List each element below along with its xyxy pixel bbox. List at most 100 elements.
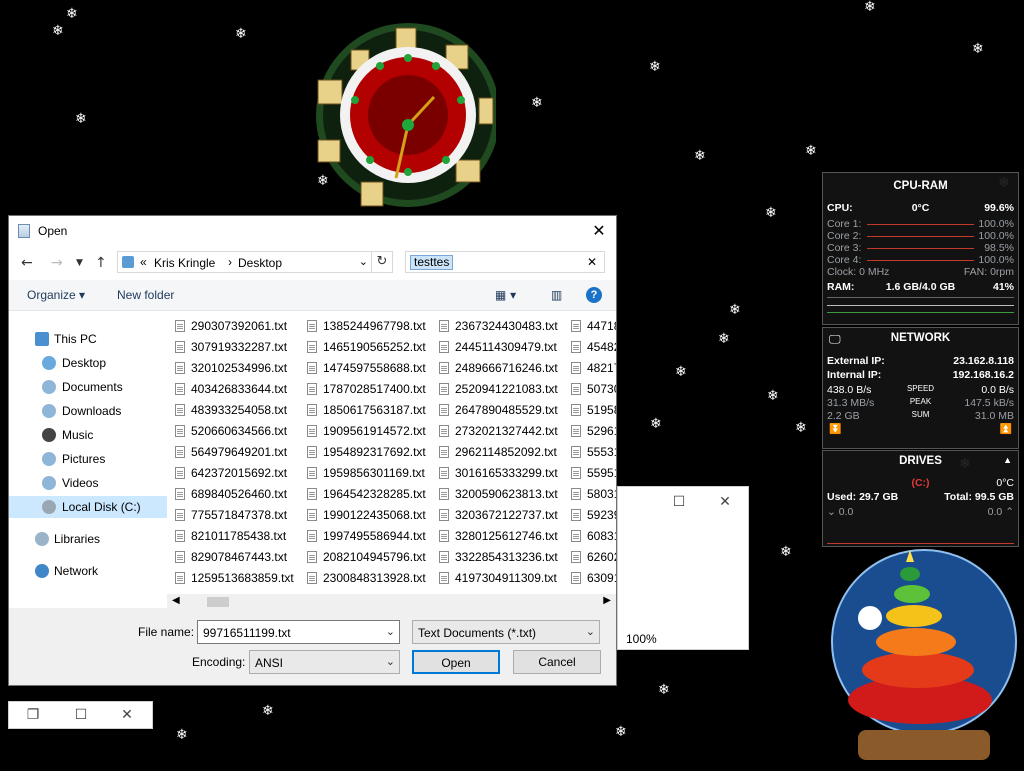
file-name: 51958 bbox=[587, 403, 616, 417]
clock-speed: Clock: 0 MHz bbox=[827, 266, 890, 278]
snowflake: ❄ bbox=[729, 302, 741, 318]
snowflake: ❄ bbox=[694, 148, 706, 164]
search-input[interactable]: testtes ✕ bbox=[405, 251, 605, 273]
text-file-icon bbox=[175, 404, 185, 416]
snowflake: ❄ bbox=[718, 331, 730, 347]
encoding-select[interactable]: ANSI ⌄ bbox=[249, 650, 400, 674]
cancel-button[interactable]: Cancel bbox=[513, 650, 601, 674]
drive-used: Used: 29.7 GB bbox=[827, 491, 899, 503]
file-name: 2367324430483.txt bbox=[455, 319, 558, 333]
chevron-down-icon[interactable]: ⌄ bbox=[386, 655, 395, 668]
organize-menu[interactable]: Organize ▾ bbox=[27, 288, 85, 302]
drive-temp: 0°C bbox=[996, 477, 1014, 489]
nav-downloads[interactable]: Downloads bbox=[9, 400, 167, 422]
text-file-icon bbox=[175, 320, 185, 332]
file-name: 483933254058.txt bbox=[191, 403, 288, 417]
scroll-left-icon[interactable]: ◀ bbox=[172, 595, 180, 606]
nav-libraries[interactable]: Libraries bbox=[9, 528, 167, 550]
text-file-icon bbox=[439, 530, 449, 542]
nav-music[interactable]: Music bbox=[9, 424, 167, 446]
nav-pictures[interactable]: Pictures bbox=[9, 448, 167, 470]
file-name: 2445114309479.txt bbox=[455, 340, 557, 354]
maximize-icon[interactable]: ☐ bbox=[656, 487, 702, 517]
up-arrow-icon[interactable]: ↑ bbox=[95, 255, 107, 271]
nav-documents[interactable]: Documents bbox=[9, 376, 167, 398]
file-name: 2489666716246.txt bbox=[455, 361, 558, 375]
scroll-thumb[interactable] bbox=[207, 597, 229, 607]
text-file-icon bbox=[571, 467, 581, 479]
help-icon[interactable]: ? bbox=[586, 287, 602, 303]
snowflake: ❄ bbox=[972, 41, 984, 57]
scroll-right-icon[interactable]: ▶ bbox=[603, 595, 611, 606]
file-name: 1474597558688.txt bbox=[323, 361, 426, 375]
address-overflow[interactable]: « bbox=[140, 255, 147, 269]
ram-usage: 41% bbox=[992, 281, 1014, 293]
drive-total: Total: 99.5 GB bbox=[944, 491, 1014, 503]
file-name: 2732021327442.txt bbox=[455, 424, 558, 438]
forward-arrow-icon[interactable]: → bbox=[51, 255, 63, 271]
view-options-icon[interactable]: ▦ ▾ bbox=[495, 288, 516, 302]
breadcrumb-user[interactable]: Kris Kringle bbox=[154, 256, 215, 270]
file-name: 775571847378.txt bbox=[191, 508, 288, 522]
text-file-icon bbox=[307, 488, 317, 500]
snowflake: ❄ bbox=[176, 727, 188, 743]
refresh-icon[interactable]: ↻ bbox=[371, 251, 393, 273]
snowflake: ❄ bbox=[52, 23, 64, 39]
close-icon[interactable]: ✕ bbox=[107, 702, 147, 728]
nav-this-pc[interactable]: This PC bbox=[9, 328, 167, 350]
text-file-icon bbox=[571, 320, 581, 332]
close-icon[interactable]: ✕ bbox=[702, 487, 748, 517]
open-button[interactable]: Open bbox=[412, 650, 500, 674]
snowflake: ❄ bbox=[75, 111, 87, 127]
maximize-icon[interactable]: ☐ bbox=[61, 702, 101, 728]
nav-network[interactable]: Network bbox=[9, 560, 167, 582]
encoding-label: Encoding: bbox=[192, 655, 246, 669]
recent-dropdown-icon[interactable]: ▼ bbox=[76, 258, 83, 268]
nav-local-disk[interactable]: Local Disk (C:) bbox=[9, 496, 167, 518]
file-name: 63091 bbox=[587, 571, 616, 585]
file-name: 3322854313236.txt bbox=[455, 550, 558, 564]
breadcrumb-desktop[interactable]: Desktop bbox=[238, 256, 282, 270]
filename-input[interactable]: 99716511199.txt ⌄ bbox=[197, 620, 400, 644]
snowflake: ❄ bbox=[675, 364, 687, 380]
file-name: 564979649201.txt bbox=[191, 445, 288, 459]
clear-search-icon[interactable]: ✕ bbox=[587, 255, 597, 269]
documents-icon bbox=[42, 380, 56, 394]
navigation-bar: ← → ▼ ↑ « Kris Kringle › Desktop ⌄ ↻ tes… bbox=[9, 246, 616, 280]
core-value: 100.0% bbox=[978, 218, 1014, 230]
upload-sum: 31.0 MB bbox=[974, 410, 1014, 422]
new-folder-button[interactable]: New folder bbox=[117, 288, 174, 302]
nav-desktop[interactable]: Desktop bbox=[9, 352, 167, 374]
text-file-icon bbox=[175, 572, 185, 584]
preview-pane-icon[interactable]: ▥ bbox=[551, 288, 562, 302]
back-arrow-icon[interactable]: ← bbox=[21, 255, 33, 271]
chevron-down-icon[interactable]: ⌄ bbox=[586, 625, 595, 638]
file-name: 62602 bbox=[587, 550, 616, 564]
text-file-icon bbox=[571, 488, 581, 500]
network-title: NETWORK bbox=[890, 332, 951, 344]
cpu-ram-gadget: CPU-RAM CPU: 0°C 99.6% Core 1: 100.0% Cor… bbox=[822, 172, 1019, 325]
file-name: 689840526460.txt bbox=[191, 487, 288, 501]
upload-arrow-icon: ⏫ bbox=[999, 424, 1012, 435]
nav-videos[interactable]: Videos bbox=[9, 472, 167, 494]
drive-icon bbox=[42, 500, 56, 514]
address-bar[interactable]: « Kris Kringle › Desktop ⌄ bbox=[117, 251, 373, 273]
close-icon[interactable]: ✕ bbox=[588, 220, 610, 242]
text-file-icon bbox=[439, 320, 449, 332]
collapse-icon[interactable]: ▲ bbox=[1003, 455, 1012, 465]
snowflake: ❄ bbox=[531, 95, 543, 111]
horizontal-scrollbar[interactable]: ◀ ▶ bbox=[167, 594, 616, 610]
file-name: 1997495586944.txt bbox=[323, 529, 426, 543]
snowflake: ❄ bbox=[765, 205, 777, 221]
text-file-icon bbox=[175, 530, 185, 542]
file-type-select[interactable]: Text Documents (*.txt) ⌄ bbox=[412, 620, 600, 644]
title-bar: Open ✕ bbox=[9, 216, 616, 246]
text-file-icon bbox=[307, 383, 317, 395]
external-ip-label: External IP: bbox=[827, 355, 885, 367]
core-label: Core 1: bbox=[827, 218, 862, 230]
chevron-down-icon[interactable]: ⌄ bbox=[359, 255, 368, 268]
chevron-down-icon[interactable]: ⌄ bbox=[386, 625, 395, 638]
ram-used: 1.6 GB/4.0 GB bbox=[885, 281, 956, 293]
text-file-icon bbox=[439, 488, 449, 500]
restore-icon[interactable]: ❐ bbox=[13, 702, 53, 728]
